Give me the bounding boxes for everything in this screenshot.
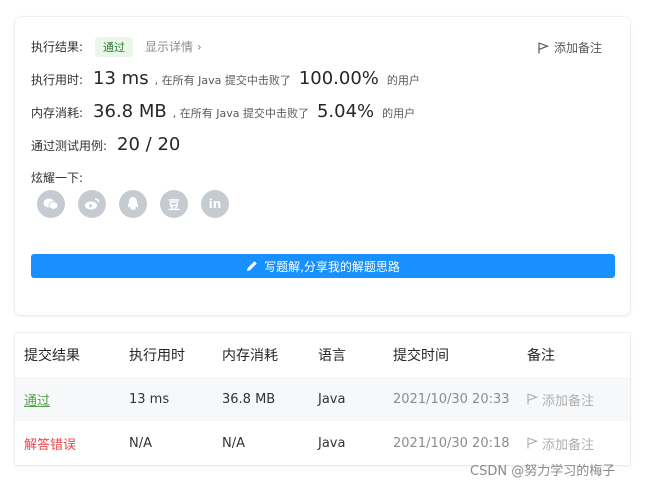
header-result: 提交结果 [24, 348, 80, 364]
runtime-cell: 13 ms [129, 391, 170, 407]
result-link[interactable]: 通过 [24, 390, 50, 409]
runtime-percent: 100.00% [298, 68, 379, 89]
memory-row: 内存消耗: 36.8 MB , 在所有 Java 提交中击败了 5.04% 的用… [31, 101, 415, 122]
tests-row: 通过测试用例: 20 / 20 [31, 134, 180, 155]
submit-time-cell: 2021/10/30 20:33 [393, 391, 510, 407]
header-submit-time: 提交时间 [393, 348, 449, 364]
add-note-label: 添加备注 [542, 393, 595, 409]
flag-icon [527, 437, 538, 449]
runtime-row: 执行用时: 13 ms , 在所有 Java 提交中击败了 100.00% 的用… [31, 68, 420, 89]
pencil-icon [247, 261, 257, 271]
flag-icon [527, 393, 538, 405]
share-icons: 豆 in [37, 190, 229, 218]
add-note-label: 添加备注 [553, 41, 602, 55]
result-card: 执行结果: 通过 显示详情 › 添加备注 执行用时: 13 ms , 在所有 J… [15, 17, 630, 315]
weibo-icon[interactable] [78, 190, 106, 218]
header-note: 备注 [527, 348, 555, 364]
submit-time-cell: 2021/10/30 20:18 [393, 435, 510, 451]
tests-value: 20 / 20 [117, 134, 181, 155]
wechat-icon[interactable] [37, 190, 65, 218]
write-solution-button[interactable]: 写题解,分享我的解题思路 [31, 254, 615, 278]
add-note-label: 添加备注 [542, 437, 595, 453]
table-row[interactable]: 通过 13 ms 36.8 MB Java 2021/10/30 20:33 添… [15, 377, 630, 421]
memory-percent: 5.04% [316, 101, 375, 122]
show-details-link[interactable]: 显示详情 › [145, 38, 202, 55]
memory-suffix: 的用户 [382, 107, 416, 120]
tests-label: 通过测试用例: [31, 139, 108, 153]
result-link[interactable]: 解答错误 [24, 434, 76, 453]
douban-icon[interactable]: 豆 [160, 190, 188, 218]
runtime-suffix: 的用户 [386, 74, 420, 87]
memory-beat-text: , 在所有 Java 提交中击败了 [172, 107, 309, 120]
add-note-button[interactable]: 添加备注 [527, 390, 594, 409]
show-details-label: 显示详情 [145, 40, 194, 54]
table-row[interactable]: 解答错误 N/A N/A Java 2021/10/30 20:18 添加备注 [15, 421, 630, 465]
table-header: 提交结果 执行用时 内存消耗 语言 提交时间 备注 [15, 333, 630, 377]
submissions-table: 提交结果 执行用时 内存消耗 语言 提交时间 备注 通过 13 ms 36.8 … [15, 333, 630, 465]
write-solution-label: 写题解,分享我的解题思路 [264, 259, 400, 274]
runtime-value: 13 ms [93, 68, 149, 89]
add-note-button[interactable]: 添加备注 [538, 39, 602, 56]
share-label: 炫耀一下: [31, 171, 84, 185]
add-note-button[interactable]: 添加备注 [527, 434, 594, 453]
result-label: 执行结果: [31, 40, 84, 54]
result-row: 执行结果: 通过 显示详情 › [31, 37, 202, 57]
runtime-label: 执行用时: [31, 73, 84, 87]
language-cell: Java [318, 391, 346, 407]
memory-value: 36.8 MB [93, 101, 167, 122]
header-runtime: 执行用时 [129, 348, 185, 364]
language-cell: Java [318, 435, 346, 451]
runtime-beat-text: , 在所有 Java 提交中击败了 [154, 74, 291, 87]
linkedin-icon[interactable]: in [201, 190, 229, 218]
qq-icon[interactable] [119, 190, 147, 218]
chevron-right-icon: › [196, 40, 202, 54]
memory-cell: 36.8 MB [222, 391, 276, 407]
flag-icon [538, 41, 549, 53]
header-memory: 内存消耗 [222, 348, 278, 364]
memory-cell: N/A [222, 435, 245, 451]
memory-label: 内存消耗: [31, 106, 84, 120]
header-language: 语言 [318, 348, 346, 364]
watermark: CSDN @努力学习的梅子 [470, 464, 616, 479]
status-badge: 通过 [95, 37, 134, 57]
runtime-cell: N/A [129, 435, 152, 451]
